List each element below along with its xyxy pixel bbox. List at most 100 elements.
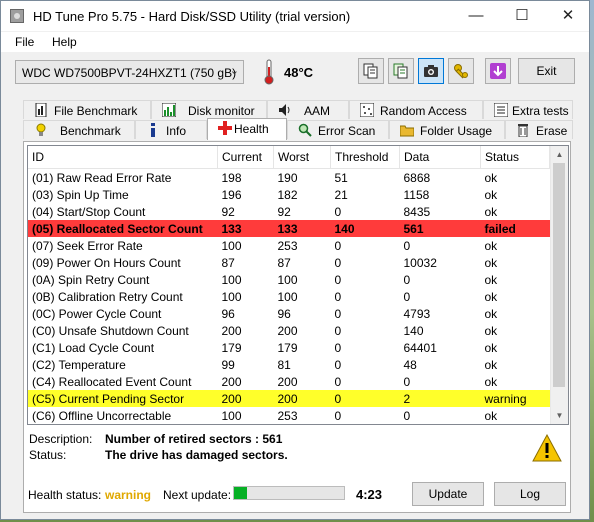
table-row[interactable]: (C4) Reallocated Event Count 200 200 0 0 ok (28, 373, 550, 390)
cell-data: 0 (403, 408, 411, 423)
menu-bar: File Help (1, 32, 589, 52)
health-status-value: warning (105, 488, 152, 502)
close-button[interactable]: ✕ (545, 1, 591, 31)
copy-text-button[interactable] (358, 58, 384, 84)
table-row[interactable]: (09) Power On Hours Count 87 87 0 10032 ok (28, 254, 550, 271)
log-button[interactable]: Log (494, 482, 566, 506)
column-header-worst[interactable]: Worst (273, 146, 331, 169)
update-button[interactable]: Update (412, 482, 484, 506)
table-row[interactable]: (05) Reallocated Sector Count 133 133 140 56… (28, 220, 550, 237)
cell-threshold: 0 (334, 255, 342, 270)
column-header-status[interactable]: Status (480, 146, 550, 169)
cell-status: ok (484, 187, 498, 202)
tab-error-scan[interactable]: Error Scan (287, 120, 389, 139)
copy-all-icon (393, 63, 408, 79)
cell-id: (03) Spin Up Time (32, 187, 129, 202)
cell-worst: 81 (277, 357, 291, 372)
table-row[interactable]: (0A) Spin Retry Count 100 100 0 0 ok (28, 271, 550, 288)
smart-attributes-table[interactable]: ID Current Worst Threshold Data Status (… (27, 145, 569, 425)
tab-random-access[interactable]: Random Access (349, 100, 483, 119)
save-button[interactable] (485, 58, 511, 84)
table-row[interactable]: (04) Start/Stop Count 92 92 0 8435 ok (28, 203, 550, 220)
tab-label: Extra tests (512, 104, 569, 118)
options-button[interactable] (448, 58, 474, 84)
maximize-button[interactable]: ☐ (499, 1, 545, 31)
screenshot-button[interactable] (418, 58, 444, 84)
drive-select[interactable]: WDC WD7500BPVT-24HXZT1 (750 gB) ⌄ (15, 60, 244, 84)
tab-label: Health (234, 122, 269, 136)
cell-status: failed (480, 220, 550, 237)
scroll-down-arrow-icon[interactable]: ▼ (551, 407, 568, 424)
column-header-id[interactable]: ID (28, 146, 218, 169)
tab-aam[interactable]: AAM (267, 100, 349, 119)
table-row[interactable]: (0C) Power Cycle Count 96 96 0 4793 ok (28, 305, 550, 322)
menu-help[interactable]: Help (52, 35, 77, 49)
tab-folder-usage[interactable]: Folder Usage (389, 120, 505, 139)
tab-erase[interactable]: Erase (505, 120, 573, 139)
copy-all-button[interactable] (388, 58, 414, 84)
cell-threshold: 21 (334, 187, 348, 202)
extra-tests-icon (494, 103, 508, 117)
cell-id: (C6) Offline Uncorrectable (32, 408, 172, 423)
scroll-thumb[interactable] (553, 163, 565, 387)
column-header-threshold[interactable]: Threshold (330, 146, 400, 169)
cell-id: (C4) Reallocated Event Count (32, 374, 192, 389)
cell-worst: 253 (277, 238, 298, 253)
menu-file[interactable]: File (15, 35, 34, 49)
table-row[interactable]: (01) Raw Read Error Rate 198 190 51 6868 ok (28, 169, 550, 187)
cell-current: 200 (221, 323, 242, 338)
table-row[interactable]: (0B) Calibration Retry Count 100 100 0 0 ok (28, 288, 550, 305)
table-row[interactable]: (C6) Offline Uncorrectable 100 253 0 0 ok (28, 407, 550, 424)
cell-id: (05) Reallocated Sector Count (28, 220, 218, 237)
benchmark-icon (36, 123, 46, 136)
cell-current: 100 (221, 238, 242, 253)
speaker-icon (279, 104, 290, 116)
title-bar: HD Tune Pro 5.75 - Hard Disk/SSD Utility… (1, 1, 589, 31)
tab-info[interactable]: Info (135, 120, 207, 139)
cell-threshold: 0 (334, 272, 342, 287)
table-row[interactable]: (C2) Temperature 99 81 0 48 ok (28, 356, 550, 373)
table-row[interactable]: (C5) Current Pending Sector 200 200 0 2 warni… (28, 390, 550, 407)
chevron-down-icon: ⌄ (229, 65, 239, 77)
cell-current: 196 (221, 187, 242, 202)
tab-benchmark[interactable]: Benchmark (23, 120, 135, 139)
exit-button[interactable]: Exit (518, 58, 575, 84)
cell-status: ok (484, 272, 498, 287)
cell-worst: 253 (277, 408, 298, 423)
cell-current: 87 (221, 255, 235, 270)
camera-icon (424, 65, 438, 77)
table-row[interactable]: (C1) Load Cycle Count 179 179 0 64401 ok (28, 339, 550, 356)
cell-id: (C1) Load Cycle Count (32, 340, 155, 355)
cell-threshold: 140 (330, 220, 400, 237)
column-header-data[interactable]: Data (399, 146, 481, 169)
cell-data: 6868 (403, 170, 431, 185)
tab-file-benchmark[interactable]: File Benchmark (23, 100, 151, 119)
tab-disk-monitor[interactable]: Disk monitor (151, 100, 267, 119)
progress-fill (234, 487, 248, 499)
cell-data: 64401 (403, 340, 437, 355)
tab-health[interactable]: Health (207, 118, 287, 140)
cell-data: 8435 (403, 204, 431, 219)
window-title: HD Tune Pro 5.75 - Hard Disk/SSD Utility… (33, 9, 351, 24)
health-status-label: Health status: (28, 488, 102, 502)
scroll-up-arrow-icon[interactable]: ▲ (551, 146, 568, 163)
table-row[interactable]: (07) Seek Error Rate 100 253 0 0 ok (28, 237, 550, 254)
minimize-button[interactable]: — (453, 1, 499, 31)
cell-id: (04) Start/Stop Count (32, 204, 146, 219)
tab-label: Disk monitor (188, 104, 255, 118)
next-update-progress (233, 486, 345, 500)
column-header-current[interactable]: Current (217, 146, 274, 169)
cell-data: 2 (399, 390, 481, 407)
cell-threshold: 0 (334, 408, 342, 423)
table-row[interactable]: (03) Spin Up Time 196 182 21 1158 ok (28, 186, 550, 203)
random-access-icon (360, 103, 374, 117)
cell-current: 179 (221, 340, 242, 355)
cell-worst: 200 (277, 323, 298, 338)
app-icon (10, 9, 24, 23)
copy-icon (363, 63, 378, 79)
table-row[interactable]: (C0) Unsafe Shutdown Count 200 200 0 140 ok (28, 322, 550, 339)
vertical-scrollbar[interactable]: ▲ ▼ (550, 146, 568, 424)
info-icon (151, 123, 155, 137)
cell-data: 48 (403, 357, 417, 372)
tab-extra-tests[interactable]: Extra tests (483, 100, 573, 119)
